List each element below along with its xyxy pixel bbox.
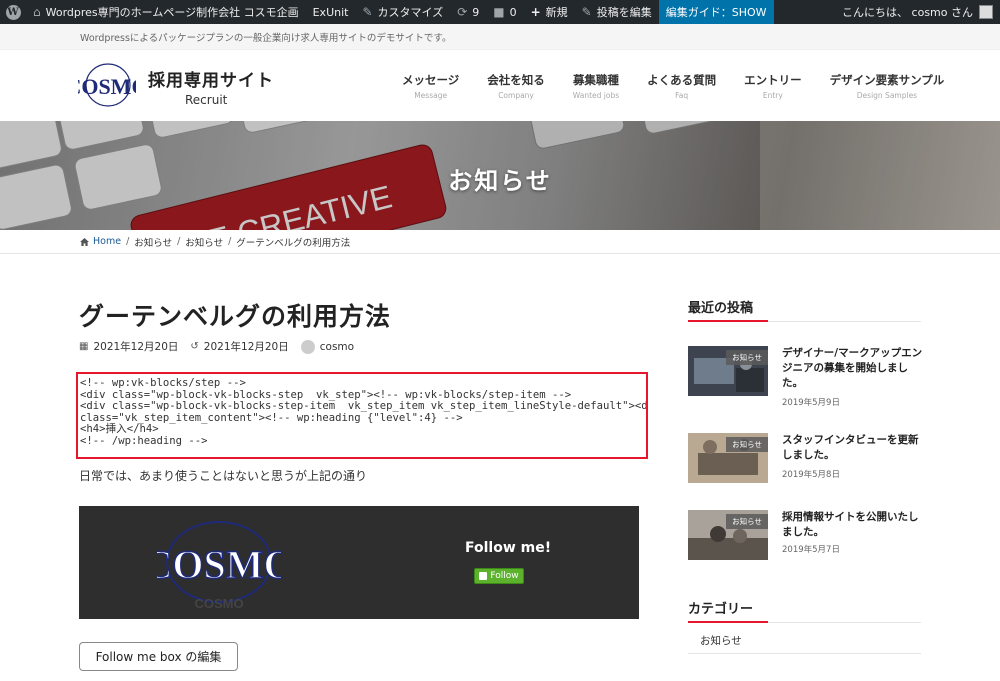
wordpress-logo-icon[interactable]: W (0, 0, 26, 24)
follow-me-heading: Follow me! (465, 540, 552, 556)
logo-text: COSMO (78, 74, 136, 99)
post-thumbnail[interactable]: お知らせ (688, 346, 768, 396)
post-body-text: 日常では、あまり使うことはないと思うが上記の通り (79, 469, 368, 483)
recent-post-date: 2019年5月9日 (782, 398, 840, 408)
site-header: COSMO 採用専用サイト Recruit メッセージMessage 会社を知る… (0, 50, 1000, 121)
recent-post-date: 2019年5月7日 (782, 545, 840, 555)
admin-exunit[interactable]: ExUnit (306, 0, 356, 24)
nav-item-entry[interactable]: エントリー Entry (730, 72, 816, 100)
heading-rule (688, 621, 921, 623)
follow-button[interactable]: Follow (474, 568, 524, 584)
admin-new[interactable]: + 新規 (524, 0, 575, 24)
breadcrumb: Home / お知らせ / お知らせ / グーテンベルグの利用方法 (0, 230, 1000, 254)
comment-icon: ■ (493, 5, 505, 19)
page-hero: BE CREATIVE お知らせ (0, 121, 1000, 230)
follow-box-edit-button[interactable]: Follow me box の編集 (79, 642, 238, 671)
code-line: <div class="wp-block-vk-blocks-step-item… (80, 400, 648, 412)
admin-site-name[interactable]: ⌂ Wordpres専門のホームページ制作会社 コスモ企画 (26, 0, 306, 24)
author-avatar (300, 339, 315, 354)
home-icon (80, 237, 89, 246)
home-icon: ⌂ (33, 5, 41, 19)
breadcrumb-item[interactable]: お知らせ (134, 235, 172, 249)
plus-icon: + (530, 5, 541, 19)
pencil-icon: ✎ (581, 5, 592, 19)
site-title[interactable]: 採用専用サイト (148, 66, 274, 91)
post-author: cosmo (300, 339, 354, 354)
category-heading: カテゴリー (688, 602, 754, 617)
breadcrumb-current: グーテンベルグの利用方法 (236, 237, 351, 249)
brush-icon: ✎ (362, 5, 373, 19)
admin-updates[interactable]: ⟳ 9 (450, 0, 486, 24)
breadcrumb-item[interactable]: お知らせ (185, 235, 223, 249)
recent-post-date: 2019年5月8日 (782, 470, 840, 480)
recent-posts-heading: 最近の投稿 (688, 301, 754, 316)
post-thumbnail[interactable]: お知らせ (688, 510, 768, 560)
published-date: ▦ 2021年12月20日 (79, 341, 179, 353)
site-subtitle: Recruit (185, 93, 228, 107)
admin-edit-post[interactable]: ✎ 投稿を編集 (575, 0, 659, 24)
page-heading: お知らせ (448, 167, 552, 195)
heading-rule (688, 320, 921, 322)
nav-item-jobs[interactable]: 募集職種 Wanted jobs (559, 72, 633, 100)
admin-bar: W ⌂ Wordpres専門のホームページ制作会社 コスモ企画 ExUnit ✎ カ… (0, 0, 1000, 24)
calendar-icon: ▦ (79, 341, 89, 352)
updates-icon: ⟳ (457, 5, 468, 19)
avatar (979, 5, 993, 19)
code-line: <!-- wp:vk-blocks/step --> (80, 377, 246, 389)
post-title: グーテンベルグの利用方法 (79, 302, 392, 331)
breadcrumb-home[interactable]: Home (93, 236, 121, 247)
admin-customize[interactable]: ✎ カスタマイズ (355, 0, 450, 24)
code-snippet: <!-- wp:vk-blocks/step --> <div class="wp… (76, 372, 648, 459)
global-nav: メッセージ Message 会社を知る Company 募集職種 Wanted job… (388, 72, 958, 100)
nav-item-design-samples[interactable]: デザイン要素サンプル Design Samples (816, 72, 959, 100)
feedly-icon (479, 572, 488, 580)
recent-post-item[interactable]: お知らせ 採用情報サイトを公開いたしました。 2019年5月7日 (688, 510, 921, 570)
site-description: Wordpressによるパッケージプランの一般企業向け求人専用サイトのデモサイト… (0, 24, 1000, 50)
category-item[interactable]: お知らせ (700, 633, 742, 648)
recent-post-item[interactable]: お知らせ デザイナー/マークアップエンジニアの募集を開始しました。 2019年5… (688, 346, 924, 408)
recent-post-title[interactable]: スタッフインタビューを更新しました。 (782, 433, 924, 463)
post-thumbnail[interactable]: お知らせ (688, 433, 768, 483)
admin-edit-guide[interactable]: 編集ガイド：SHOW (658, 0, 774, 24)
nav-item-message[interactable]: メッセージ Message (388, 72, 473, 100)
divider (688, 653, 921, 654)
nav-item-faq[interactable]: よくある質問 Faq (633, 72, 730, 100)
post-meta: ▦ 2021年12月20日 ↺ 2021年12月20日 cosmo (79, 339, 366, 354)
code-line: class="vk_step_item_content"><!-- wp:hea… (80, 411, 463, 424)
recent-post-item[interactable]: お知らせ スタッフインタビューを更新しました。 2019年5月8日 (688, 433, 921, 493)
svg-text:COSMO: COSMO (194, 596, 243, 610)
follow-me-box: COSMO COSMO Follow me! Follow (79, 506, 639, 619)
admin-account[interactable]: こんにちは、 cosmo さん (835, 0, 1000, 24)
history-icon: ↺ (190, 341, 199, 352)
svg-text:COSMO: COSMO (157, 542, 281, 587)
nav-item-company[interactable]: 会社を知る Company (473, 72, 559, 100)
admin-comments[interactable]: ■ 0 (486, 0, 523, 24)
updated-date: ↺ 2021年12月20日 (190, 341, 289, 353)
code-line: <!-- /wp:heading --> (80, 434, 208, 447)
follow-logo-image: COSMO COSMO (157, 521, 281, 610)
recent-post-title[interactable]: デザイナー/マークアップエンジニアの募集を開始しました。 (782, 346, 924, 391)
recent-post-title[interactable]: 採用情報サイトを公開いたしました。 (782, 510, 924, 540)
code-line: <h4>挿入</h4> (80, 423, 159, 435)
site-logo[interactable]: COSMO (78, 63, 136, 107)
